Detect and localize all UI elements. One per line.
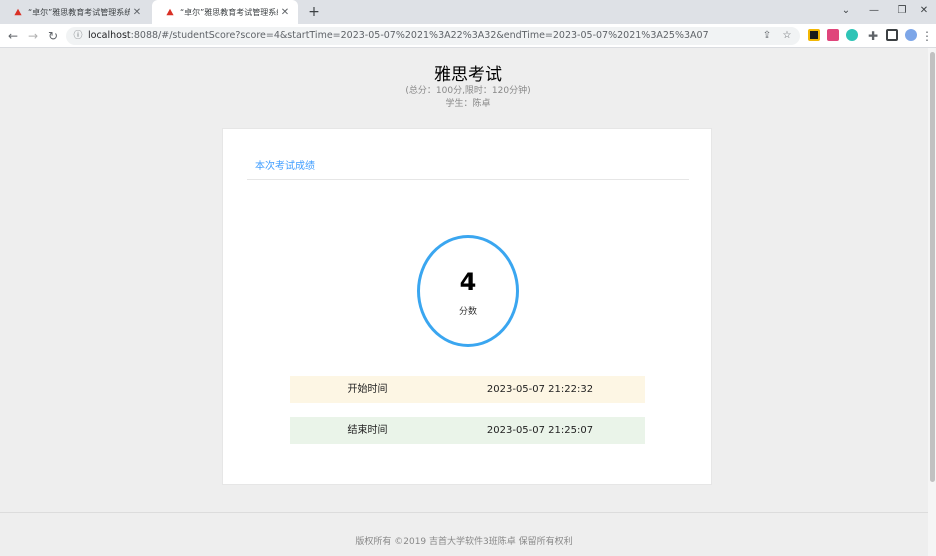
page-body: 雅思考试 (总分：100分,限时：120分钟) 学生：陈卓 本次考试成绩 4 分…: [0, 48, 936, 556]
score-circle: 4 分数: [417, 235, 519, 347]
new-tab-button[interactable]: +: [304, 2, 324, 22]
side-panel-icon[interactable]: [886, 29, 898, 41]
close-tab-icon[interactable]: ✕: [278, 7, 292, 18]
tab-exam-system-2[interactable]: “卓尔”雅思教育考试管理系统 ✕: [152, 0, 298, 24]
bookmark-star-icon[interactable]: ☆: [780, 29, 794, 43]
start-time-row: 开始时间 2023-05-07 21:22:32: [290, 376, 645, 403]
site-info-icon[interactable]: ⓘ: [72, 30, 84, 42]
share-icon[interactable]: ⇪: [760, 29, 774, 43]
scrollbar-thumb[interactable]: [930, 52, 935, 482]
end-time-label: 结束时间: [347, 425, 388, 436]
reload-icon[interactable]: ↻: [44, 27, 62, 45]
exam-meta: (总分：100分,限时：120分钟): [405, 86, 531, 96]
tab-search-icon[interactable]: ⌄: [832, 0, 860, 24]
tab-title: “卓尔”雅思教育考试管理系统: [28, 7, 130, 17]
back-arrow-icon[interactable]: ←: [4, 27, 22, 45]
app-logo-icon: [14, 8, 22, 16]
score-value: 4: [459, 268, 477, 296]
browser-toolbar: ← → ↻ ⓘ localhost:8088/#/studentScore?sc…: [0, 24, 936, 48]
address-bar[interactable]: ⓘ localhost:8088/#/studentScore?score=4&…: [66, 27, 800, 45]
end-time-value: 2023-05-07 21:25:07: [486, 425, 594, 436]
card-title: 本次考试成绩: [255, 161, 315, 172]
profile-avatar[interactable]: [905, 29, 917, 41]
forward-arrow-icon[interactable]: →: [24, 27, 42, 45]
score-card: 本次考试成绩 4 分数 开始时间 2023-05-07 21:22:32 结束时…: [222, 128, 712, 485]
extension-icon[interactable]: [808, 29, 820, 41]
card-header: 本次考试成绩: [247, 129, 689, 180]
menu-kebab-icon[interactable]: ⋮: [920, 27, 934, 45]
score-label: 分数: [458, 307, 477, 317]
tab-title: “卓尔”雅思教育考试管理系统: [180, 7, 278, 17]
end-time-row: 结束时间 2023-05-07 21:25:07: [290, 417, 645, 444]
url-text[interactable]: localhost:8088/#/studentScore?score=4&st…: [88, 27, 709, 45]
tab-exam-system-1[interactable]: “卓尔”雅思教育考试管理系统 ✕: [0, 0, 150, 24]
extension-icon[interactable]: [846, 29, 858, 41]
tab-bar: “卓尔”雅思教育考试管理系统 ✕ “卓尔”雅思教育考试管理系统 ✕ + ⌄ — …: [0, 0, 936, 24]
start-time-label: 开始时间: [347, 384, 388, 395]
minimize-icon[interactable]: —: [860, 0, 888, 24]
puzzle-extensions-icon[interactable]: ✚: [864, 27, 882, 45]
exam-title: 雅思考试: [434, 65, 502, 85]
student-name: 学生：陈卓: [445, 99, 491, 109]
close-tab-icon[interactable]: ✕: [130, 7, 144, 18]
footer-divider: [0, 512, 928, 513]
start-time-value: 2023-05-07 21:22:32: [486, 384, 594, 395]
footer-copyright: 版权所有 ©2019 吉首大学软件3班陈卓 保留所有权利: [355, 537, 573, 547]
close-window-icon[interactable]: ✕: [910, 0, 936, 24]
extension-icon[interactable]: [827, 29, 839, 41]
app-logo-icon: [166, 8, 174, 16]
